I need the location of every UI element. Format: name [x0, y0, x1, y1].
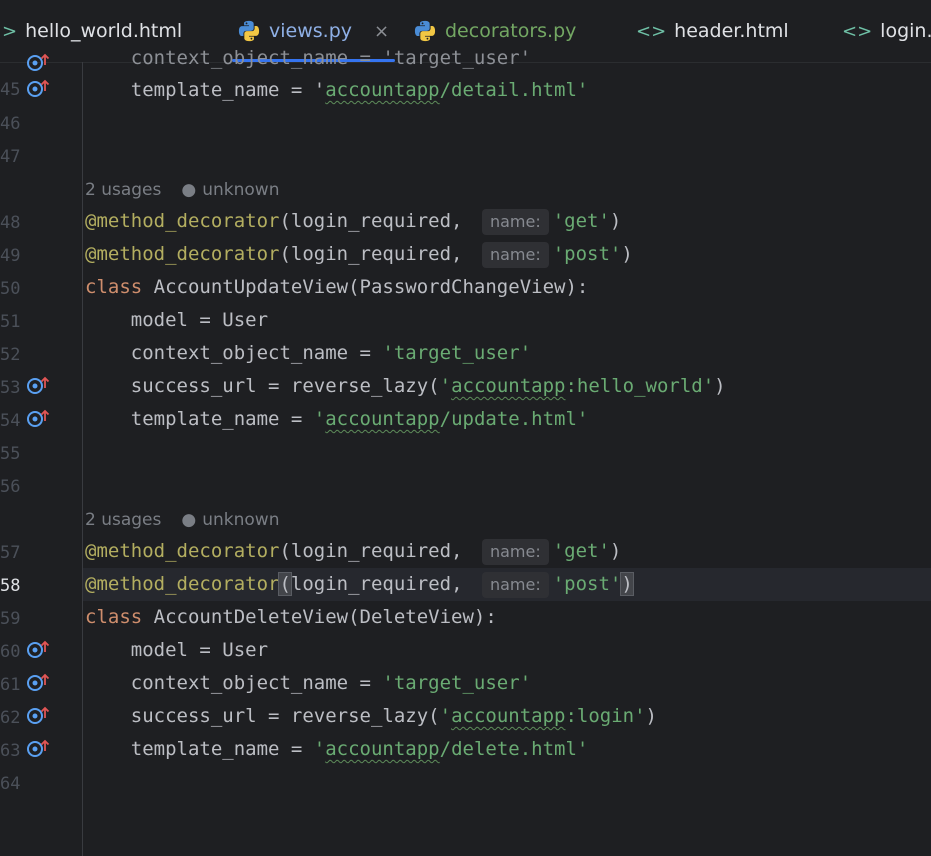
code-line: context_object_name = 'target_user'	[85, 342, 532, 364]
code-line: @method_decorator(login_required, name: '…	[85, 537, 621, 565]
python-icon	[414, 20, 436, 42]
parameter-hint: name:	[481, 209, 549, 235]
override-method-icon[interactable]	[26, 375, 50, 395]
line-number: 57	[0, 543, 21, 563]
close-icon[interactable]: ×	[374, 21, 389, 42]
line-number: 48	[0, 213, 21, 233]
code-line: template_name = 'accountapp/delete.html'	[85, 738, 589, 760]
code-line: success_url = reverse_lazy('accountapp:l…	[85, 705, 657, 727]
line-number: 54	[0, 411, 21, 431]
parameter-hint: name:	[481, 539, 549, 565]
line-number: 47	[0, 147, 21, 167]
override-method-icon[interactable]	[26, 738, 50, 758]
line-number: 55	[0, 444, 21, 464]
override-method-icon[interactable]	[26, 52, 50, 72]
line-number: 52	[0, 345, 21, 365]
line-number: 63	[0, 741, 21, 761]
line-number: 64	[0, 774, 21, 794]
tab-login-html[interactable]: <> login.h	[842, 0, 931, 62]
line-number: 58	[0, 576, 21, 596]
line-number: 50	[0, 279, 21, 299]
tab-header-html[interactable]: <> header.html	[636, 0, 789, 62]
tab-label: header.html	[674, 20, 789, 42]
chevron-brackets-icon: <>	[636, 20, 667, 42]
parameter-hint: name:	[481, 242, 549, 268]
line-number: 46	[0, 114, 21, 134]
code-line-current: @method_decorator(login_required, name: '…	[85, 570, 634, 598]
code-line: success_url = reverse_lazy('accountapp:h…	[85, 375, 726, 397]
tab-label: views.py	[269, 20, 352, 42]
line-number: 56	[0, 477, 21, 497]
override-method-icon[interactable]	[26, 672, 50, 692]
line-number: 61	[0, 675, 21, 695]
override-method-icon[interactable]	[26, 639, 50, 659]
person-icon: ●	[181, 510, 197, 530]
code-line: context_object_name = 'target_user'	[85, 47, 532, 69]
line-number: 53	[0, 378, 21, 398]
code-line: class AccountUpdateView(PasswordChangeVi…	[85, 276, 589, 298]
line-number: 49	[0, 246, 21, 266]
code-line: class AccountDeleteView(DeleteView):	[85, 606, 497, 628]
tab-label: hello_world.html	[25, 20, 183, 42]
person-icon: ●	[181, 180, 197, 200]
code-line: model = User	[85, 309, 269, 331]
code-line: context_object_name = 'target_user'	[85, 672, 532, 694]
code-line: @method_decorator(login_required, name: '…	[85, 207, 621, 235]
chevron-brackets-icon: <>	[842, 20, 873, 42]
usages-inlay[interactable]: 2 usages ● unknown	[85, 508, 279, 532]
override-method-icon[interactable]	[26, 78, 50, 98]
line-number: 51	[0, 312, 21, 332]
code-editor[interactable]: context_object_name = 'target_user' temp…	[83, 47, 931, 856]
chevron-right-icon: >	[2, 20, 18, 42]
parameter-hint: name:	[481, 572, 549, 598]
override-method-icon[interactable]	[26, 408, 50, 428]
line-number-gutter: 45 46 47 48 49 50 51 52 53 54 55 56 57 5…	[0, 53, 83, 856]
code-line: model = User	[85, 639, 269, 661]
override-method-icon[interactable]	[26, 705, 50, 725]
python-icon	[238, 20, 260, 42]
tab-label: login.h	[880, 20, 931, 42]
code-line: template_name = 'accountapp/update.html'	[85, 408, 589, 430]
code-line: @method_decorator(login_required, name: '…	[85, 240, 633, 268]
code-line: template_name = 'accountapp/detail.html'	[85, 79, 589, 101]
line-number: 59	[0, 609, 21, 629]
tab-label: decorators.py	[445, 20, 577, 42]
line-number: 60	[0, 642, 21, 662]
line-number: 45	[0, 80, 21, 100]
line-number: 62	[0, 708, 21, 728]
usages-inlay[interactable]: 2 usages ● unknown	[85, 178, 279, 202]
